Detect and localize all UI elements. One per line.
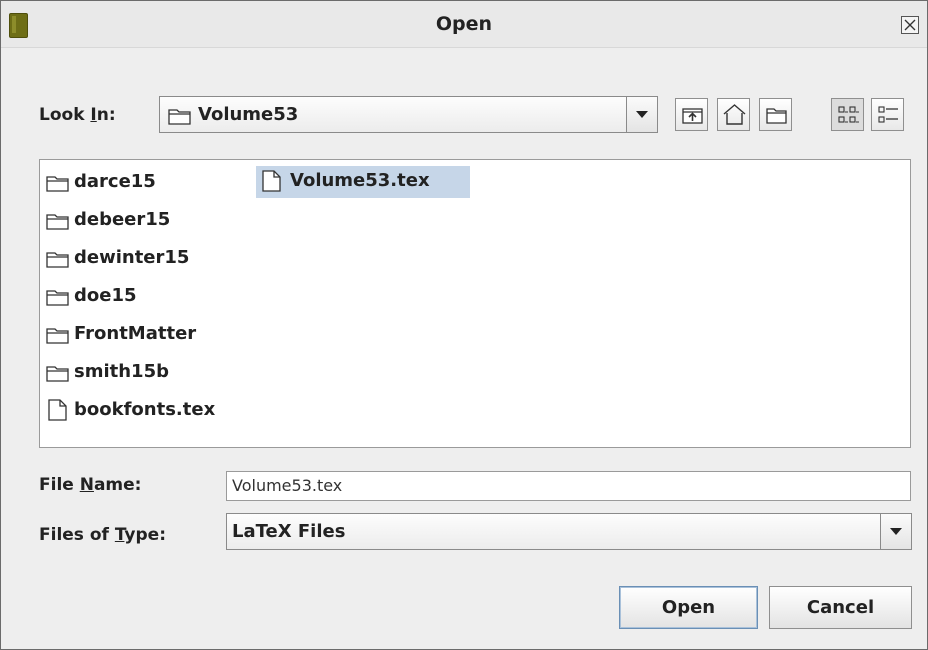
home-button[interactable] — [717, 98, 750, 131]
folder-icon — [46, 366, 69, 382]
list-item-label: darce15 — [74, 171, 156, 192]
folder-icon — [46, 290, 69, 306]
new-folder-button[interactable] — [759, 98, 792, 131]
details-view-button[interactable] — [871, 98, 904, 131]
look-in-combo[interactable]: Volume53 — [159, 96, 658, 133]
files-of-type-combo[interactable]: LaTeX Files — [226, 513, 912, 550]
list-item-folder-smith15b[interactable]: smith15b — [42, 358, 232, 388]
folder-icon — [46, 214, 69, 230]
document-icon — [48, 399, 67, 421]
title-bar[interactable]: Open — [1, 1, 927, 48]
file-name-field[interactable]: Volume53.tex — [226, 471, 911, 501]
list-item-label: Volume53.tex — [290, 170, 430, 191]
file-name-label: File Name: — [39, 475, 142, 495]
list-item-label: dewinter15 — [74, 247, 190, 268]
list-item-label: debeer15 — [74, 209, 171, 230]
close-icon — [904, 19, 916, 31]
window-title: Open — [435, 13, 493, 35]
list-item-folder-dewinter15[interactable]: dewinter15 — [42, 244, 232, 274]
look-in-value: Volume53 — [198, 104, 299, 125]
list-item-folder-frontmatter[interactable]: FrontMatter — [42, 320, 232, 350]
home-icon — [723, 104, 746, 125]
files-of-type-dropdown-arrow[interactable] — [880, 514, 911, 549]
look-in-label: Look In: — [39, 105, 116, 125]
list-item-file-volume53[interactable]: Volume53.tex — [256, 166, 470, 198]
folder-icon — [46, 176, 69, 192]
files-of-type-label: Files of Type: — [39, 525, 167, 545]
cancel-button[interactable]: Cancel — [769, 586, 912, 629]
list-item-label: FrontMatter — [74, 323, 197, 344]
close-button[interactable] — [901, 16, 919, 34]
up-one-level-button[interactable] — [675, 98, 708, 131]
open-button[interactable]: Open — [619, 586, 758, 629]
details-view-icon — [878, 106, 898, 123]
list-item-label: doe15 — [74, 285, 137, 306]
list-item-folder-doe15[interactable]: doe15 — [42, 282, 232, 312]
new-folder-icon — [766, 108, 787, 124]
list-item-label: smith15b — [74, 361, 169, 382]
list-item-folder-darce15[interactable]: darce15 — [42, 168, 232, 198]
list-item-folder-debeer15[interactable]: debeer15 — [42, 206, 232, 236]
file-list[interactable]: darce15 debeer15 dewinter15 doe15 FrontM… — [39, 159, 911, 448]
list-item-file-bookfonts[interactable]: bookfonts.tex — [42, 396, 257, 426]
list-view-icon — [838, 106, 859, 123]
look-in-dropdown-arrow[interactable] — [626, 97, 657, 132]
folder-icon — [46, 328, 69, 344]
up-one-level-icon — [682, 108, 703, 124]
files-of-type-value: LaTeX Files — [232, 521, 346, 542]
folder-icon — [168, 109, 191, 125]
folder-icon — [46, 252, 69, 268]
list-view-button[interactable] — [831, 98, 864, 131]
open-dialog: Open Look In: Volume53 darce15 debeer15 … — [0, 0, 928, 650]
document-icon — [262, 170, 281, 192]
list-item-label: bookfonts.tex — [74, 399, 216, 420]
